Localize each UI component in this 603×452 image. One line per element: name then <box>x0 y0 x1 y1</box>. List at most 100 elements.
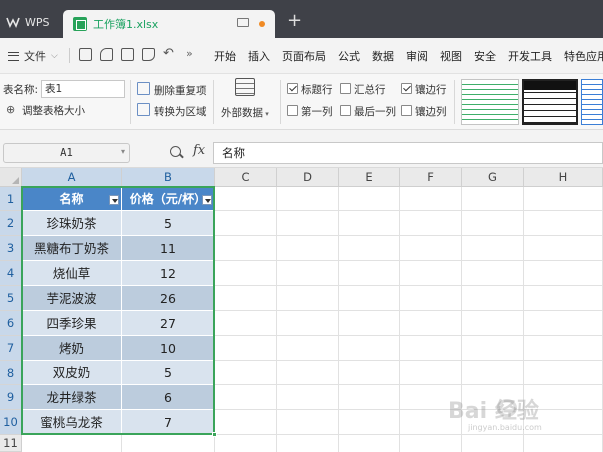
formula-input[interactable]: 名称 <box>213 142 603 164</box>
cell-name[interactable]: 烤奶 <box>22 336 122 361</box>
banded-rows-checkbox[interactable] <box>401 83 412 94</box>
print-preview-icon[interactable] <box>142 48 155 61</box>
first-column-label: 第一列 <box>301 106 333 118</box>
column-header-a[interactable]: A <box>22 168 122 187</box>
cell-price[interactable]: 10 <box>122 336 215 361</box>
column-header-b[interactable]: B <box>122 168 215 187</box>
menu-item-developer[interactable]: 开发工具 <box>508 48 552 64</box>
file-menu-button[interactable]: 文件 ⌵ <box>8 48 58 64</box>
row-header-1[interactable]: 1 <box>0 187 22 211</box>
monitor-icon[interactable] <box>237 18 249 27</box>
file-tab-label: 工作簿1.xlsx <box>93 18 159 31</box>
menu-item-view[interactable]: 视图 <box>440 48 462 64</box>
cell-price[interactable]: 5 <box>122 211 215 236</box>
menu-item-home[interactable]: 开始 <box>214 48 236 64</box>
cell-name[interactable]: 龙井绿茶 <box>22 385 122 410</box>
table-tools-ribbon: 表名称: 表1 ⊕ 调整表格大小 删除重复项 转换为区域 外部数据 ▾ 标题行 … <box>0 74 603 130</box>
column-header-e[interactable]: E <box>339 168 400 187</box>
print-icon[interactable] <box>121 48 134 61</box>
filter-dropdown-icon[interactable] <box>202 195 212 205</box>
row-header-7[interactable]: 7 <box>0 336 22 361</box>
cell-name[interactable]: 烧仙草 <box>22 261 122 286</box>
spreadsheet-icon <box>73 17 87 31</box>
table-name-input[interactable]: 表1 <box>41 80 125 98</box>
header-row-checkbox[interactable] <box>287 83 298 94</box>
ribbon-separator <box>454 80 455 124</box>
cell-price[interactable]: 6 <box>122 385 215 410</box>
gridline-vertical <box>338 187 339 452</box>
baidu-paw-logo <box>497 399 517 417</box>
menu-item-insert[interactable]: 插入 <box>248 48 270 64</box>
cell-name[interactable]: 蜜桃乌龙茶 <box>22 410 122 435</box>
menu-item-security[interactable]: 安全 <box>474 48 496 64</box>
menu-item-special[interactable]: 特色应用 <box>564 48 603 64</box>
fill-handle[interactable] <box>212 432 217 437</box>
select-all-corner[interactable] <box>0 168 22 187</box>
column-header-f[interactable]: F <box>400 168 462 187</box>
cell-name[interactable]: 四季珍果 <box>22 311 122 336</box>
fx-icon[interactable]: fx <box>193 143 205 158</box>
remove-duplicates-icon <box>137 82 150 95</box>
gridline-vertical <box>399 187 400 452</box>
cell-price[interactable]: 7 <box>122 410 215 435</box>
row-header-10[interactable]: 10 <box>0 410 22 435</box>
toolbar-separator <box>69 48 70 63</box>
row-header-5[interactable]: 5 <box>0 286 22 311</box>
column-header-g[interactable]: G <box>462 168 524 187</box>
last-column-checkbox[interactable] <box>340 105 351 116</box>
external-data-button[interactable]: 外部数据 ▾ <box>221 105 269 120</box>
ribbon-separator <box>130 80 131 124</box>
table-style-blue[interactable] <box>581 79 603 125</box>
wps-app-tab[interactable]: WPS <box>6 11 50 33</box>
export-icon[interactable] <box>100 48 113 61</box>
cell-price[interactable]: 27 <box>122 311 215 336</box>
cell-name[interactable]: 珍珠奶茶 <box>22 211 122 236</box>
row-header-8[interactable]: 8 <box>0 361 22 385</box>
table-style-black[interactable] <box>522 79 578 125</box>
file-tab[interactable]: 工作簿1.xlsx <box>63 10 275 38</box>
row-header-9[interactable]: 9 <box>0 385 22 410</box>
last-column-label: 最后一列 <box>354 106 396 118</box>
formula-bar: A1 ▾ fx 名称 <box>0 130 603 168</box>
new-tab-button[interactable]: + <box>287 12 302 30</box>
menu-item-formulas[interactable]: 公式 <box>338 48 360 64</box>
banded-columns-checkbox[interactable] <box>401 105 412 116</box>
header-cell-name[interactable]: 名称 <box>22 187 122 211</box>
row-header-2[interactable]: 2 <box>0 211 22 236</box>
cell-price[interactable]: 26 <box>122 286 215 311</box>
resize-table-button[interactable]: 调整表格大小 <box>22 103 85 118</box>
zoom-icon[interactable] <box>170 146 181 157</box>
resize-table-icon: ⊕ <box>6 103 16 116</box>
cell-name[interactable]: 芋泥波波 <box>22 286 122 311</box>
ribbon-separator <box>280 80 281 124</box>
convert-to-range-button[interactable]: 转换为区域 <box>154 104 207 119</box>
cell-name[interactable]: 黑糖布丁奶茶 <box>22 236 122 261</box>
row-header-3[interactable]: 3 <box>0 236 22 261</box>
name-box[interactable]: A1 <box>3 143 130 163</box>
column-header-h[interactable]: H <box>524 168 603 187</box>
menu-item-data[interactable]: 数据 <box>372 48 394 64</box>
baidu-watermark: Bai 经验 <box>448 399 539 424</box>
column-header-d[interactable]: D <box>277 168 339 187</box>
row-header-4[interactable]: 4 <box>0 261 22 286</box>
ribbon-separator <box>213 80 214 124</box>
row-header-6[interactable]: 6 <box>0 311 22 336</box>
undo-icon[interactable]: ↶ <box>163 46 174 61</box>
cell-price[interactable]: 12 <box>122 261 215 286</box>
table-style-green[interactable] <box>461 79 519 125</box>
menu-item-page-layout[interactable]: 页面布局 <box>282 48 326 64</box>
remove-duplicates-button[interactable]: 删除重复项 <box>154 83 207 98</box>
column-header-c[interactable]: C <box>215 168 277 187</box>
cell-price[interactable]: 5 <box>122 361 215 385</box>
total-row-checkbox[interactable] <box>340 83 351 94</box>
gridline-vertical <box>276 187 277 452</box>
row-header-11[interactable]: 11 <box>0 435 22 452</box>
first-column-checkbox[interactable] <box>287 105 298 116</box>
filter-dropdown-icon[interactable] <box>109 195 119 205</box>
save-icon[interactable] <box>79 48 92 61</box>
chevron-down-icon[interactable]: ▾ <box>121 147 125 156</box>
cell-name[interactable]: 双皮奶 <box>22 361 122 385</box>
menu-item-review[interactable]: 审阅 <box>406 48 428 64</box>
cell-price[interactable]: 11 <box>122 236 215 261</box>
more-tools-button[interactable]: » <box>186 47 193 60</box>
